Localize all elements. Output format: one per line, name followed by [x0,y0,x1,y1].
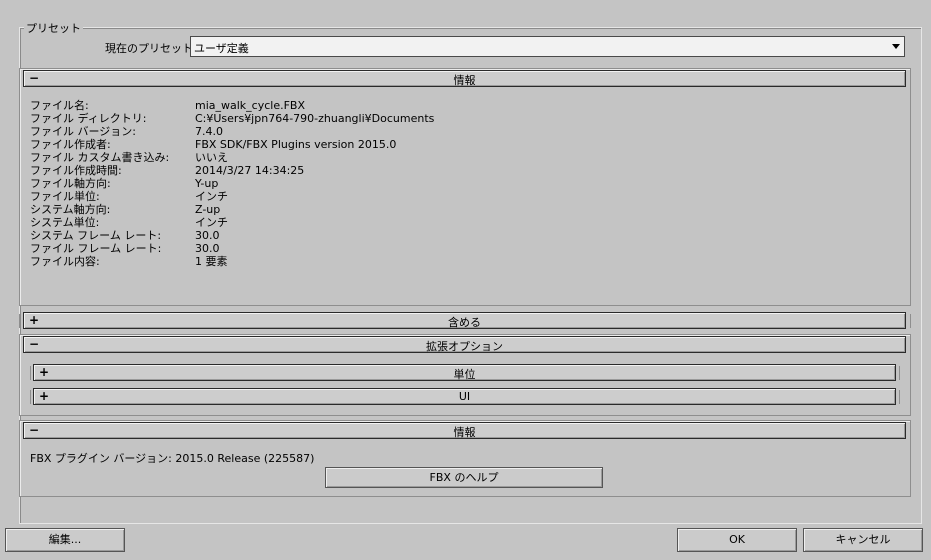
ok-button[interactable]: OK [677,528,797,552]
preset-dropdown-value: ユーザ定義 [194,42,249,55]
info2-rollout-title: 情報 [453,426,476,439]
edit-button[interactable]: 編集... [5,528,125,552]
info-list: ファイル名: mia_walk_cycle.FBX ファイル ディレクトリ: C:¥… [30,99,435,268]
plugin-version-text: FBX プラグイン バージョン: 2015.0 Release (225587) [30,452,315,465]
include-rollout-header[interactable]: + 含める [23,312,906,329]
fbx-help-button[interactable]: FBX のヘルプ [325,467,603,488]
info-rollout-title: 情報 [453,74,476,87]
chevron-down-icon [892,44,900,49]
ui-rollout-header[interactable]: + UI [33,388,896,405]
info2-rollout-header[interactable]: − 情報 [23,422,906,439]
extended-rollout-title: 拡張オプション [426,340,503,353]
extended-rollout-header[interactable]: − 拡張オプション [23,336,906,353]
info-rollout-header[interactable]: − 情報 [23,70,906,87]
current-preset-label: 現在のプリセット: [105,42,197,55]
preset-dropdown[interactable]: ユーザ定義 [190,36,905,57]
preset-group-label: プリセット [24,20,83,36]
cancel-button[interactable]: キャンセル [803,528,923,552]
units-rollout-header[interactable]: + 単位 [33,364,896,381]
ui-rollout-title: UI [458,390,471,403]
include-rollout-title: 含める [448,316,481,329]
units-rollout-title: 単位 [453,368,476,381]
